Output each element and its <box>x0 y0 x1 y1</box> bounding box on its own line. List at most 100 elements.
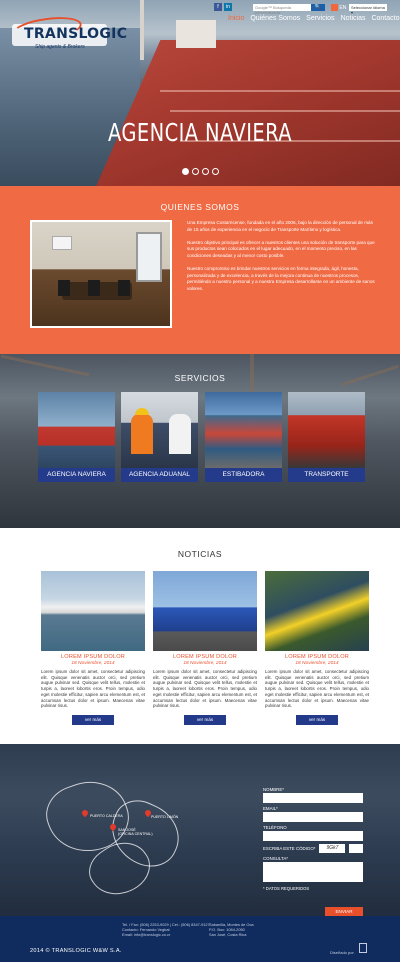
news-card: LOREM IPSUM DOLOR 18 Noviembre, 2014 Lor… <box>153 571 257 725</box>
nav-item-contacto[interactable]: Contacto <box>371 15 399 22</box>
news-body: Lorem ipsum dolor sit amet, consectetur … <box>265 669 369 709</box>
news-date: 18 Noviembre, 2014 <box>183 661 227 666</box>
send-button[interactable]: ENVIAR <box>325 907 363 916</box>
news-title[interactable]: LOREM IPSUM DOLOR <box>265 654 369 660</box>
quienes-paragraph: Una Empresa Costarricense, fundada en el… <box>187 220 373 232</box>
service-label[interactable]: TRANSPORTE <box>288 468 365 482</box>
quienes-paragraph: Nuestro objetivo principal es ofrecer a … <box>187 239 375 258</box>
hardhat <box>135 408 149 415</box>
nav-item-inicio[interactable]: Inicio <box>228 15 244 22</box>
contacto-section: PUERTO CALDERA PUERTO LIMÓN SAN JOSÉ (OF… <box>0 744 400 916</box>
language-switch[interactable]: EN <box>331 4 346 11</box>
section-title-noticias: NOTICIAS <box>177 549 223 559</box>
container-port-image <box>205 392 282 468</box>
deck-pipe <box>160 90 400 92</box>
email-field[interactable] <box>263 812 363 822</box>
captcha-image: 9Gk7 <box>319 844 346 853</box>
required-note: * DATOS REQUERIDOS <box>263 886 310 891</box>
news-title[interactable]: LOREM IPSUM DOLOR <box>41 654 145 660</box>
whiteboard <box>52 236 72 250</box>
quienes-paragraph: Nuestro compromiso es brindar nuestros s… <box>187 265 375 291</box>
captcha-row: ESCRIBA ESTE CÓDIGO* 9Gk7 <box>263 844 363 853</box>
nav-item-quienes[interactable]: Quiénes Somos <box>250 15 300 22</box>
nombre-field[interactable] <box>263 793 363 803</box>
worker-figure <box>169 414 191 454</box>
nav-item-servicios[interactable]: Servicios <box>306 15 334 22</box>
news-card: LOREM IPSUM DOLOR 18 Noviembre, 2014 Lor… <box>265 571 369 725</box>
office-chair <box>88 280 100 296</box>
footer-email[interactable]: Email: info@translogic.co.cr <box>122 932 210 937</box>
label-codigo: ESCRIBA ESTE CÓDIGO* <box>263 846 316 851</box>
map-label-sanjose: SAN JOSÉ (OFICINA CENTRAL) <box>118 828 153 837</box>
logo-text: TRANSLOGIC <box>24 26 128 42</box>
linkedin-icon[interactable]: in <box>224 3 232 11</box>
lang-label[interactable]: EN <box>339 5 346 11</box>
footer-contact: Tel. / Fax: (506) 2253-9029 | Cel.: (506… <box>122 922 210 937</box>
read-more-button[interactable]: ver más <box>184 714 226 725</box>
slider-dot[interactable] <box>212 168 219 175</box>
facebook-icon[interactable]: f <box>214 3 222 11</box>
designed-by-label: Diseñado por <box>330 950 354 955</box>
rss-icon[interactable] <box>331 4 338 11</box>
news-body: Lorem ipsum dolor sit amet, consectetur … <box>41 669 145 709</box>
quienes-text: Una Empresa Costarricense, fundada en el… <box>187 220 377 299</box>
footer: Tel. / Fax: (506) 2253-9029 | Cel.: (506… <box>0 916 400 962</box>
container-truck-image <box>288 392 365 468</box>
captcha-field[interactable] <box>349 844 363 853</box>
service-label[interactable]: AGENCIA NAVIERA <box>38 468 115 482</box>
social-links: f in <box>214 3 232 11</box>
office-chair <box>118 280 130 296</box>
slider-dot[interactable] <box>182 168 189 175</box>
news-image <box>41 571 145 651</box>
news-title[interactable]: LOREM IPSUM DOLOR <box>153 654 257 660</box>
news-card: LOREM IPSUM DOLOR 18 Noviembre, 2014 Lor… <box>41 571 145 725</box>
service-card-estibadora[interactable]: ESTIBADORA <box>205 392 282 482</box>
map-label-limon: PUERTO LIMÓN <box>151 815 179 819</box>
hero-title: AGENCIA NAVIERA <box>108 118 292 147</box>
footer-address-line: San José, Costa Rica <box>209 932 247 937</box>
office-photo <box>30 220 172 328</box>
slider-dot[interactable] <box>192 168 199 175</box>
news-body: Lorem ipsum dolor sit amet, consectetur … <box>153 669 257 709</box>
office-chair <box>58 280 70 296</box>
service-label[interactable]: ESTIBADORA <box>205 468 282 482</box>
noticias-section: NOTICIAS LOREM IPSUM DOLOR 18 Noviembre,… <box>0 528 400 744</box>
read-more-button[interactable]: ver más <box>72 714 114 725</box>
ship-bridge <box>176 20 216 48</box>
map-label-caldera: PUERTO CALDERA <box>90 814 123 818</box>
telefono-field[interactable] <box>263 831 363 841</box>
deck-pipe <box>170 110 400 112</box>
section-title-quienes: QUIENES SOMOS <box>160 202 240 212</box>
hero-slider: TRANSLOGIC Ship agents & Brokers f in Go… <box>0 0 400 186</box>
footer-copyright: 2014 © TRANSLOGIC W&W S.A. <box>30 948 122 954</box>
designer-logo-icon[interactable] <box>359 943 367 953</box>
read-more-button[interactable]: ver más <box>296 714 338 725</box>
nav-item-noticias[interactable]: Noticias <box>341 15 366 22</box>
office-window <box>136 232 162 282</box>
footer-address: Sabanilla, Montes de Oca P.O. Box: 1084-… <box>209 922 254 937</box>
news-date: 18 Noviembre, 2014 <box>295 661 339 666</box>
service-card-agencia-naviera[interactable]: AGENCIA NAVIERA <box>38 392 115 482</box>
contact-form: NOMBRE* EMAIL* TELÉFONO ESCRIBA ESTE CÓD… <box>263 787 363 916</box>
site-logo[interactable]: TRANSLOGIC Ship agents & Brokers <box>10 13 127 60</box>
service-label[interactable]: AGENCIA ADUANAL <box>121 468 198 482</box>
ship-mast <box>140 0 144 60</box>
slider-dots <box>182 168 219 175</box>
language-select[interactable]: Seleccionar idioma ▾ <box>349 4 387 15</box>
main-nav: Inicio Quiénes Somos Servicios Noticias … <box>228 15 400 22</box>
worker-figure <box>131 414 153 454</box>
tanker-ship-image <box>38 392 115 468</box>
customs-workers-image <box>121 392 198 468</box>
service-card-transporte[interactable]: TRANSPORTE <box>288 392 365 482</box>
slider-dot[interactable] <box>202 168 209 175</box>
service-card-agencia-aduanal[interactable]: AGENCIA ADUANAL <box>121 392 198 482</box>
news-date: 18 Noviembre, 2014 <box>71 661 115 666</box>
news-image <box>153 571 257 651</box>
section-title-servicios: SERVICIOS <box>174 373 226 383</box>
servicios-section: SERVICIOS AGENCIA NAVIERA AGENCIA ADUANA… <box>0 354 400 528</box>
news-image <box>265 571 369 651</box>
search-input[interactable]: Google™ Búsqueda personalizada <box>253 4 311 15</box>
consulta-textarea[interactable] <box>263 862 363 882</box>
logo-tagline: Ship agents & Brokers <box>35 44 85 50</box>
search-button[interactable]: 🔍 <box>311 4 325 11</box>
